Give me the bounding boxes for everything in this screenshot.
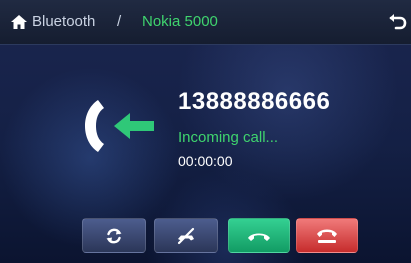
incoming-call-icon — [85, 100, 154, 152]
caller-number: 13888886666 — [178, 88, 331, 115]
hang-up-icon — [317, 229, 337, 243]
call-screen: Bluetooth / Nokia 5000 13888886666 Incom… — [0, 0, 411, 263]
handset-icon — [248, 233, 270, 241]
refresh-icon — [106, 228, 122, 243]
breadcrumb-separator: / — [117, 13, 122, 30]
answer-button[interactable] — [228, 218, 290, 253]
title-bar: Bluetooth / Nokia 5000 — [0, 0, 411, 45]
call-duration: 00:00:00 — [178, 153, 233, 169]
home-icon[interactable] — [10, 13, 28, 31]
breadcrumb-bluetooth[interactable]: Bluetooth — [32, 12, 95, 32]
reject-button[interactable] — [296, 218, 358, 253]
mute-button[interactable] — [154, 218, 218, 253]
device-name: Nokia 5000 — [142, 13, 218, 30]
switch-audio-button[interactable] — [82, 218, 146, 253]
call-status: Incoming call... — [178, 129, 279, 146]
back-icon[interactable] — [387, 12, 407, 32]
mute-icon — [177, 227, 195, 244]
